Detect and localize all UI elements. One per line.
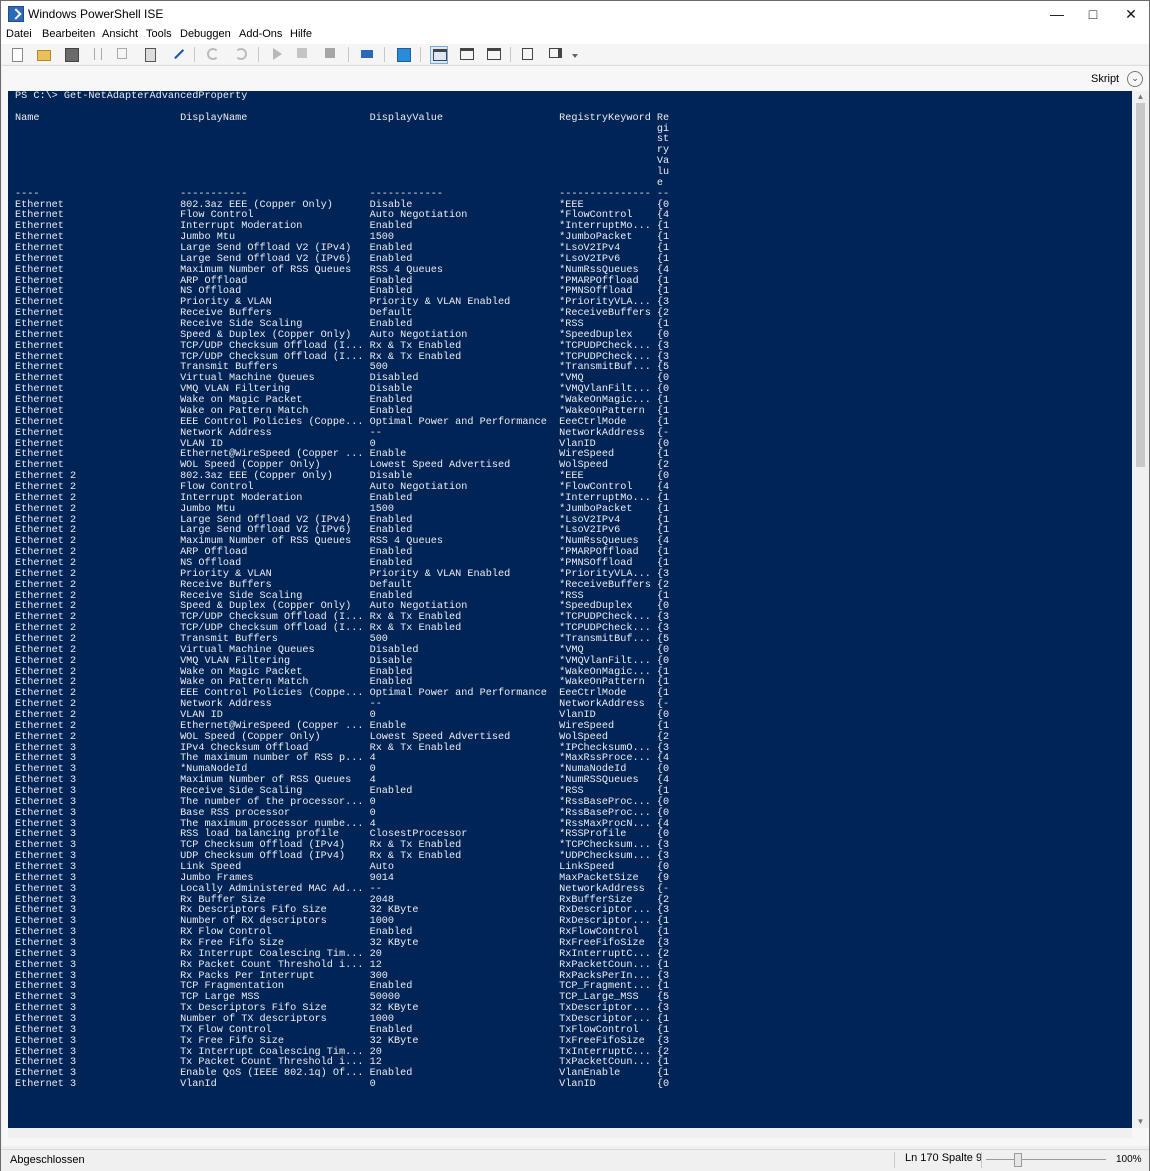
toolbar-separator [384, 47, 385, 62]
cut-icon[interactable] [89, 46, 105, 62]
scroll-up-icon[interactable]: ▲ [1132, 91, 1149, 103]
toolbar-separator [510, 47, 511, 62]
toolbar-overflow-icon[interactable] [571, 46, 579, 62]
toolbar-separator [194, 47, 195, 62]
open-folder-icon[interactable] [35, 46, 51, 62]
console-output: PS C:\> Get-NetAdapterAdvancedProperty N… [15, 91, 670, 1091]
close-button[interactable]: ✕ [1113, 1, 1149, 27]
zoom-level: 100% [1116, 1154, 1142, 1165]
console-vertical-scrollbar[interactable]: ▲ ▼ [1132, 91, 1149, 1128]
console-pane[interactable]: PS C:\> Get-NetAdapterAdvancedProperty N… [8, 91, 1132, 1128]
powershell-ise-window: Windows PowerShell ISE — □ ✕ Datei Bearb… [0, 0, 1150, 1171]
toolbar-separator [258, 47, 259, 62]
run-script-icon[interactable] [269, 46, 285, 62]
new-file-icon[interactable] [9, 46, 25, 62]
title-bar: Windows PowerShell ISE — □ ✕ [1, 1, 1149, 27]
status-divider [981, 1152, 982, 1168]
new-remote-tab-icon[interactable] [359, 46, 375, 62]
menu-hilfe[interactable]: Hilfe [290, 28, 312, 40]
status-bar: Abgeschlossen Ln 170 Spalte 9 100% [1, 1149, 1149, 1171]
zoom-slider-track[interactable] [986, 1159, 1106, 1160]
show-script-top-icon[interactable] [430, 46, 448, 64]
menu-ansicht[interactable]: Ansicht [102, 28, 138, 40]
status-text: Abgeschlossen [10, 1154, 85, 1166]
menu-add-ons[interactable]: Add-Ons [239, 28, 282, 40]
clear-console-icon[interactable] [169, 44, 185, 62]
menu-bar: Datei Bearbeiten Ansicht Tools Debuggen … [1, 27, 1149, 44]
show-script-pane-button[interactable]: ⌄ [1127, 71, 1143, 87]
menu-bearbeiten[interactable]: Bearbeiten [42, 28, 95, 40]
zoom-slider-thumb[interactable] [1014, 1153, 1022, 1167]
window-title: Windows PowerShell ISE [28, 7, 164, 21]
show-script-right-icon[interactable] [458, 46, 474, 62]
show-script-max-icon[interactable] [485, 46, 501, 62]
menu-tools[interactable]: Tools [146, 28, 172, 40]
script-pane-label: Skript [1091, 73, 1120, 85]
toolbar-separator [420, 47, 421, 62]
maximize-button[interactable]: □ [1075, 1, 1111, 27]
redo-icon[interactable] [233, 46, 249, 62]
scroll-down-icon[interactable]: ▼ [1132, 1116, 1149, 1128]
paste-icon[interactable] [143, 46, 159, 62]
show-command-window-icon[interactable] [520, 46, 536, 62]
minimize-button[interactable]: — [1039, 1, 1075, 27]
console-horizontal-scrollbar[interactable] [8, 1128, 1132, 1138]
scroll-thumb[interactable] [1136, 103, 1145, 467]
show-command-addon-icon[interactable] [547, 46, 563, 62]
stop-icon[interactable] [323, 46, 339, 62]
status-divider [894, 1152, 895, 1168]
menu-debuggen[interactable]: Debuggen [180, 28, 231, 40]
undo-icon[interactable] [205, 46, 221, 62]
menu-datei[interactable]: Datei [6, 28, 32, 40]
run-selection-icon[interactable] [295, 46, 311, 62]
copy-icon[interactable] [115, 46, 131, 62]
powershell-ise-icon [8, 6, 24, 22]
toolbar-separator [348, 47, 349, 62]
start-powershell-icon[interactable] [395, 46, 411, 62]
toolbar [1, 44, 1149, 64]
cursor-position: Ln 170 Spalte 9 [905, 1152, 983, 1164]
save-icon[interactable] [63, 46, 79, 62]
